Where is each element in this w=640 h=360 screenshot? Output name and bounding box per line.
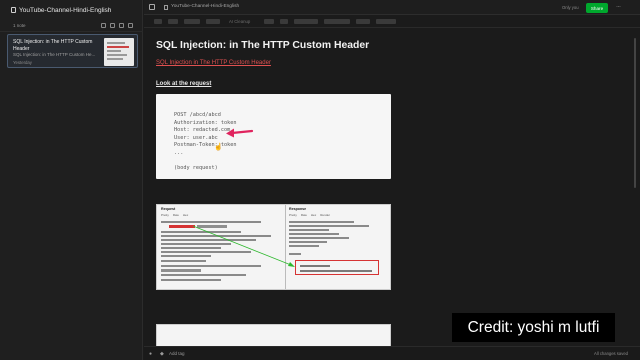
sort-icon[interactable] (101, 23, 106, 28)
add-tag-input[interactable]: Add tag (169, 351, 185, 356)
third-screenshot-image (156, 324, 391, 346)
bold-italic-group[interactable] (294, 19, 318, 24)
insert-icon[interactable] (154, 19, 162, 24)
mouse-cursor-icon: ☝ (214, 144, 223, 151)
notebook-title: YouTube-Channel-Hindi-English (19, 6, 112, 14)
tag-icon[interactable]: ◆ (160, 351, 164, 357)
note-title[interactable]: SQL Injection: in The HTTP Custom Header (156, 40, 369, 51)
note-footer: ● ◆ Add tag All changes saved (144, 346, 640, 360)
ai-cleanup-button[interactable]: AI Cleanup (229, 19, 250, 24)
color-icon[interactable] (280, 19, 288, 24)
view-options-icon[interactable] (119, 23, 124, 28)
note-topbar: YouTube-Channel-Hindi-English Only you S… (144, 0, 640, 15)
code-line: (body request) (174, 165, 218, 172)
code-line: POST /abcd/abcd (174, 112, 221, 118)
expand-icon[interactable] (149, 4, 155, 10)
note-card[interactable]: SQL Injection: in The HTTP Custom Header… (7, 34, 138, 68)
code-line: Postman-Token: token (174, 142, 237, 149)
note-card-snippet: SQL Injection: in The HTTP Custom He... (13, 52, 96, 57)
note-card-date: Yesterday (13, 60, 32, 65)
credit-overlay: Credit: yoshi m lutfi (452, 313, 615, 342)
undo-icon[interactable] (168, 19, 178, 24)
code-lines: POST /abcd/abcd Authorization: token Host:… (174, 112, 236, 173)
section-heading: Look at the request (156, 81, 212, 87)
burp-request-response-image: Request Pretty Raw Hex Response Pretty R… (156, 204, 391, 290)
notebook-icon (11, 7, 16, 13)
visibility-label: Only you (562, 5, 579, 10)
breadcrumb[interactable]: YouTube-Channel-Hindi-English (171, 4, 239, 9)
filter-icon[interactable] (110, 23, 115, 28)
more-options-icon[interactable] (128, 23, 133, 28)
notebook-icon (164, 5, 168, 10)
more-icon[interactable]: ··· (616, 4, 621, 10)
evernote-window: YouTube-Channel-Hindi-English 1 note SQL… (0, 0, 640, 360)
share-button[interactable]: Share (586, 3, 608, 13)
pointer-arrow-icon (226, 128, 254, 138)
more-format-icon[interactable] (376, 19, 396, 24)
request-code-image: POST /abcd/abcd Authorization: token Host:… (156, 94, 391, 179)
reference-link[interactable]: SQL Injection in The HTTP Custom Header (156, 60, 271, 66)
note-editor[interactable]: SQL Injection: in The HTTP Custom Header… (144, 28, 632, 346)
scrollbar[interactable] (634, 38, 636, 188)
reminder-icon[interactable]: ● (149, 351, 152, 357)
notebook-header[interactable]: YouTube-Channel-Hindi-English (0, 0, 143, 20)
list-group[interactable] (324, 19, 350, 24)
annotation-arrow-icon (192, 225, 295, 267)
note-list-panel: YouTube-Channel-Hindi-English 1 note SQL… (0, 0, 143, 360)
font-dropdown[interactable] (206, 19, 220, 24)
text-style-dropdown[interactable] (184, 19, 200, 24)
code-line: ... (174, 149, 184, 156)
note-list-tools (101, 23, 133, 28)
note-card-title: SQL Injection: in The HTTP Custom Header (13, 39, 93, 52)
format-toolbar: AI Cleanup (144, 15, 640, 28)
note-count: 1 note (13, 23, 26, 28)
font-size-dropdown[interactable] (264, 19, 274, 24)
note-card-thumbnail (104, 38, 134, 66)
save-status: All changes saved (594, 351, 628, 356)
link-icon[interactable] (356, 19, 370, 24)
note-list-meta: 1 note (0, 20, 143, 32)
